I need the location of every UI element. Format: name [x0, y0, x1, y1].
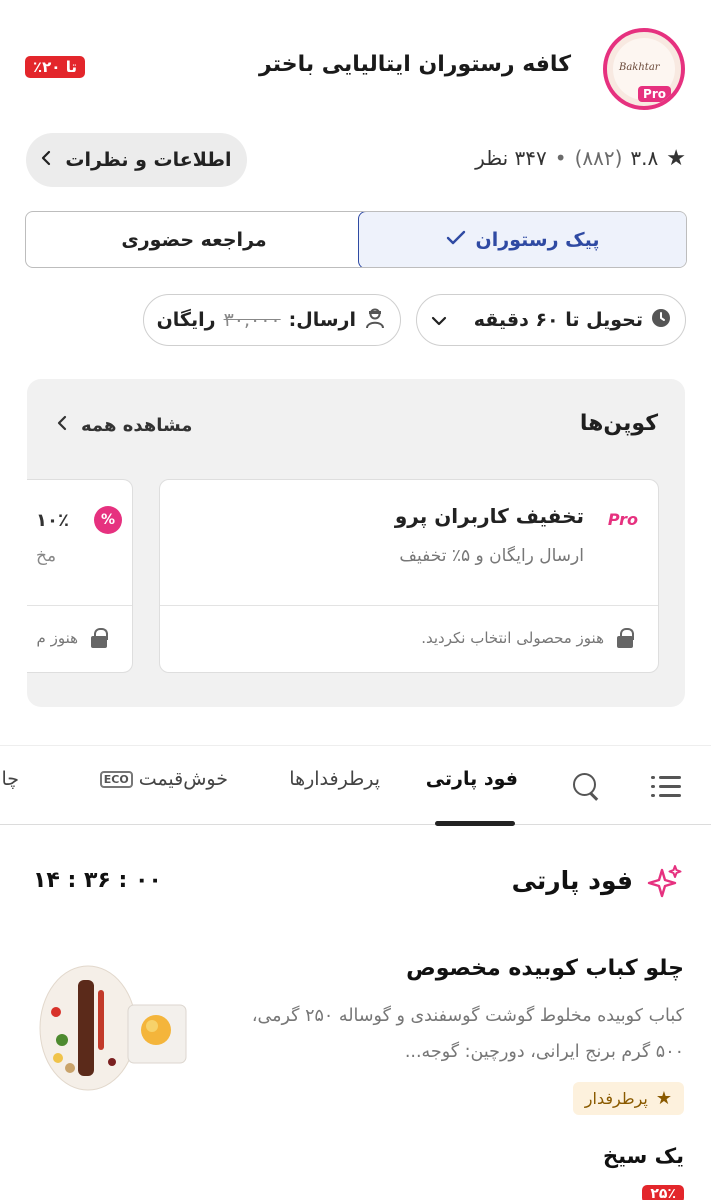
info-button-label: اطلاعات و نظرات	[65, 149, 232, 171]
coupon-status: هنوز م	[37, 628, 108, 648]
percent-badge-icon: %	[94, 506, 122, 534]
coupon-status-text: هنوز م	[36, 629, 78, 647]
product-name[interactable]: چلو کباب کوبیده مخصوص	[406, 956, 684, 981]
coupons-section: کوپن‌ها مشاهده همه Pro تخفیف کاربران پرو…	[27, 379, 685, 707]
countdown-timer: ۱۴ : ۳۶ : ۰۰	[33, 868, 162, 893]
coupon-card[interactable]: Pro تخفیف کاربران پرو ارسال رایگان و ۵٪ …	[159, 479, 659, 673]
checkmark-icon	[446, 229, 466, 251]
coupon-status-text: هنوز محصولی انتخاب نکردید.	[421, 629, 604, 647]
search-icon[interactable]	[571, 771, 601, 801]
chevron-down-icon	[431, 309, 447, 331]
lock-icon	[616, 628, 634, 648]
chevron-left-icon	[41, 149, 51, 171]
popular-badge-label: پرطرفدار	[584, 1089, 648, 1108]
menu-list-icon[interactable]	[651, 774, 681, 798]
coupon-card-top: Pro تخفیف کاربران پرو ارسال رایگان و ۵٪ …	[160, 480, 658, 606]
rating-count: (۸۸۲)	[574, 146, 623, 170]
coupon-card[interactable]: % ۱۰٪ مخ هنوز م	[27, 479, 133, 673]
coupons-title: کوپن‌ها	[579, 411, 658, 436]
toggle-option-courier[interactable]: پیک رستوران	[357, 212, 686, 267]
delivery-fee-value: رایگان	[156, 309, 216, 331]
coupon-title: تخفیف کاربران پرو	[394, 504, 584, 528]
eco-icon: ECO	[99, 771, 133, 788]
coupon-status: هنوز محصولی انتخاب نکردید.	[421, 628, 634, 648]
product-description: کباب کوبیده مخلوط گوشت گوسفندی و گوساله …	[251, 1006, 684, 1062]
restaurant-logo[interactable]: Bakhtar Pro	[603, 28, 685, 110]
pro-icon: Pro	[607, 510, 638, 529]
see-all-label: مشاهده همه	[81, 415, 193, 436]
pro-badge: Pro	[638, 86, 671, 102]
see-all-link[interactable]: مشاهده همه	[57, 415, 192, 436]
sparkle-icon	[647, 864, 683, 900]
product-variant: یک سیخ	[602, 1144, 684, 1168]
courier-icon	[364, 307, 386, 334]
lock-icon	[90, 628, 108, 648]
coupon-title: ۱۰٪	[36, 510, 69, 531]
tab-label: پرطرفدارها	[289, 768, 380, 790]
coupon-card-bottom: هنوز محصولی انتخاب نکردید.	[160, 606, 658, 672]
discount-badge: تا ۲۰٪	[25, 56, 85, 78]
comment-count: ۳۴۷ نظر	[475, 146, 547, 170]
active-tab-indicator	[435, 821, 515, 826]
delivery-method-toggle: پیک رستوران مراجعه حضوری	[25, 211, 687, 268]
rating-separator: •	[554, 146, 567, 170]
logo-text: Bakhtar	[619, 62, 660, 73]
toggle-option-pickup[interactable]: مراجعه حضوری	[29, 212, 359, 267]
tab-partial[interactable]: چا	[1, 768, 19, 790]
star-icon: ★	[655, 1088, 672, 1109]
rating-score: ۳.۸	[630, 146, 659, 170]
tab-label: خوش‌قیمت	[138, 768, 228, 790]
menu-tabs: فود پارتی پرطرفدارها خوش‌قیمت ECO چا	[0, 745, 711, 826]
delivery-fee-old: ۳۰,۰۰۰	[223, 309, 281, 331]
tab-popular[interactable]: پرطرفدارها	[289, 768, 380, 790]
tab-food-party[interactable]: فود پارتی	[426, 768, 518, 790]
tab-label: چا	[1, 768, 19, 790]
delivery-fee-label: ارسال:	[288, 309, 356, 331]
toggle-courier-label: پیک رستوران	[475, 228, 600, 251]
clock-icon	[651, 308, 671, 333]
product-discount-badge: ۲۵٪	[642, 1185, 684, 1200]
tab-good-price[interactable]: خوش‌قیمت ECO	[96, 768, 228, 790]
coupon-card-top: % ۱۰٪ مخ	[27, 480, 132, 606]
delivery-fee-chip[interactable]: ارسال: ۳۰,۰۰۰ رایگان	[143, 294, 401, 346]
delivery-time-label: تحویل تا ۶۰ دقیقه	[473, 309, 643, 331]
rating-row: ★ ۳.۸ (۸۸۲) • ۳۴۷ نظر	[475, 140, 686, 176]
chevron-left-icon	[57, 415, 67, 436]
info-and-reviews-button[interactable]: اطلاعات و نظرات	[26, 133, 247, 187]
delivery-time-chip[interactable]: تحویل تا ۶۰ دقیقه	[416, 294, 686, 346]
popular-badge: ★ پرطرفدار	[572, 1082, 684, 1115]
coupon-subtitle: ارسال رایگان و ۵٪ تخفیف	[399, 546, 584, 566]
toggle-pickup-label: مراجعه حضوری	[121, 228, 267, 251]
tab-label: فود پارتی	[425, 768, 518, 790]
product-image[interactable]	[28, 950, 193, 1100]
star-icon: ★	[666, 145, 686, 171]
coupon-subtitle: مخ	[36, 546, 57, 566]
restaurant-title: کافه رستوران ایتالیایی باختر	[259, 52, 571, 77]
coupon-card-bottom: هنوز م	[27, 606, 132, 672]
restaurant-header: Bakhtar Pro کافه رستوران ایتالیایی باختر…	[0, 24, 711, 119]
food-party-title: فود پارتی	[511, 866, 633, 895]
